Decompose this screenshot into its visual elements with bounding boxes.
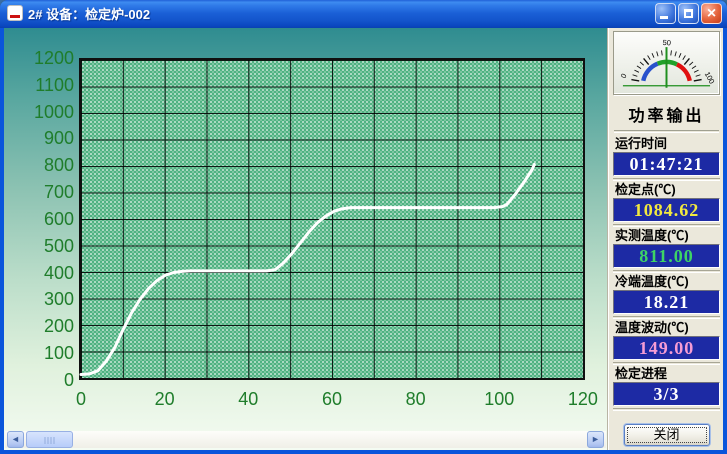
- app-icon-bar: [10, 15, 20, 18]
- y-tick-label: 400: [44, 264, 74, 282]
- minimize-button[interactable]: [655, 3, 676, 24]
- separator: [613, 408, 720, 411]
- x-tick-label: 80: [394, 390, 438, 408]
- power-gauge: 0 50 100: [615, 33, 718, 93]
- divider: [614, 130, 719, 133]
- field-group: 检定点(℃)1084.62: [613, 182, 720, 227]
- x-tick-label: 100: [477, 390, 521, 408]
- x-tick-label: 0: [59, 390, 103, 408]
- sidebar-fields: 运行时间01:47:21检定点(℃)1084.62实测温度(℃)811.00冷端…: [613, 136, 720, 411]
- field-group: 温度波动(℃)149.00: [613, 320, 720, 365]
- field-value: 149.00: [613, 336, 720, 360]
- close-button[interactable]: 关闭: [624, 424, 710, 446]
- window-title: 2# 设备：检定炉-002: [28, 4, 653, 23]
- field-group: 实测温度(℃)811.00: [613, 228, 720, 273]
- plot-area: [79, 58, 585, 380]
- y-tick-label: 900: [44, 129, 74, 147]
- y-tick-label: 700: [44, 183, 74, 201]
- field-value: 3/3: [613, 382, 720, 406]
- chart-area: 1200110010009008007006005004003002001000…: [4, 28, 608, 450]
- temperature-curve-line: [81, 164, 534, 374]
- separator: [613, 270, 720, 273]
- x-tick-label: 60: [310, 390, 354, 408]
- field-label: 检定点(℃): [613, 182, 720, 198]
- y-tick-label: 1200: [34, 49, 74, 67]
- field-label: 运行时间: [613, 136, 720, 152]
- field-label: 冷端温度(℃): [613, 274, 720, 290]
- field-value: 01:47:21: [613, 152, 720, 176]
- separator: [613, 178, 720, 181]
- temperature-curve: [81, 60, 587, 382]
- titlebar: 2# 设备：检定炉-002: [0, 0, 727, 28]
- separator: [613, 362, 720, 365]
- horizontal-scrollbar[interactable]: ◄ ►: [5, 431, 606, 448]
- field-value: 18.21: [613, 290, 720, 314]
- x-tick-label: 20: [143, 390, 187, 408]
- sidebar: 0 50 100 功率输出 运行时间01:47:21检定点(℃)1084.62实…: [608, 28, 723, 450]
- x-tick-label: 120: [561, 390, 605, 408]
- gauge-tick-label-0: 0: [619, 72, 629, 80]
- scroll-right-button[interactable]: ►: [587, 431, 604, 448]
- separator: [613, 316, 720, 319]
- app-window: 2# 设备：检定炉-002 12001100100090080070060050…: [0, 0, 727, 454]
- y-tick-label: 1000: [34, 103, 74, 121]
- app-icon: [7, 5, 23, 21]
- y-tick-label: 800: [44, 156, 74, 174]
- y-tick-label: 0: [64, 371, 74, 389]
- maximize-button[interactable]: [678, 3, 699, 24]
- scroll-left-button[interactable]: ◄: [7, 431, 24, 448]
- field-group: 冷端温度(℃)18.21: [613, 274, 720, 319]
- y-tick-label: 600: [44, 210, 74, 228]
- power-output-label: 功率输出: [613, 102, 720, 126]
- field-group: 运行时间01:47:21: [613, 136, 720, 181]
- gauge-tick-label-50: 50: [662, 38, 671, 48]
- scrollbar-thumb[interactable]: [26, 431, 73, 448]
- y-tick-label: 500: [44, 237, 74, 255]
- field-label: 实测温度(℃): [613, 228, 720, 244]
- y-tick-label: 100: [44, 344, 74, 362]
- y-tick-label: 1100: [35, 76, 74, 94]
- field-group: 检定进程3/3: [613, 366, 720, 411]
- x-tick-label: 40: [226, 390, 270, 408]
- field-label: 温度波动(℃): [613, 320, 720, 336]
- minimize-icon: [660, 16, 668, 19]
- client-area: 1200110010009008007006005004003002001000…: [4, 28, 723, 450]
- y-tick-label: 300: [44, 290, 74, 308]
- field-label: 检定进程: [613, 366, 720, 382]
- maximize-icon: [684, 9, 693, 18]
- close-window-button[interactable]: [701, 3, 722, 24]
- field-value: 811.00: [613, 244, 720, 268]
- power-gauge-panel: 0 50 100: [613, 31, 720, 95]
- separator: [613, 224, 720, 227]
- y-axis-labels: 1200110010009008007006005004003002001000: [16, 49, 74, 389]
- y-tick-label: 200: [44, 317, 74, 335]
- gauge-tick-label-100: 100: [703, 70, 717, 85]
- x-axis-labels: 0 20 40 60 80 100 120: [59, 390, 605, 408]
- field-value: 1084.62: [613, 198, 720, 222]
